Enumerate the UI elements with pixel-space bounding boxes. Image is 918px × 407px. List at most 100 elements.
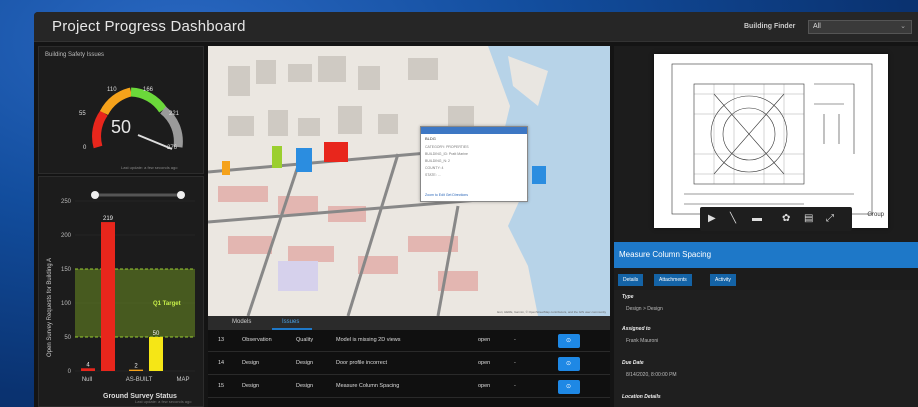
bar-value-label: 4 — [86, 362, 90, 368]
gauge-tick-221: 221 — [169, 111, 180, 117]
cell-category: Quality — [296, 337, 314, 343]
cell-description: Measure Column Spacing — [336, 383, 400, 389]
cell-description: Model is missing 2D views — [336, 337, 401, 343]
cell-type: Design — [242, 383, 260, 389]
due-date-label: Due Date — [622, 360, 644, 366]
bar-0 — [81, 368, 95, 371]
y-tick-label: 0 — [68, 369, 72, 375]
cell-id: 13 — [218, 337, 225, 343]
header-bar: Project Progress Dashboard Building Find… — [34, 12, 918, 42]
cell-type: Observation — [242, 337, 272, 343]
issue-detail-panel: Group ▶ ╲ ▬ ✿ ▤ ⤢ Measure Column Spacing… — [614, 46, 918, 407]
popup-row: BUILDING_ID: Pratt Marine — [425, 152, 468, 156]
bar-1 — [101, 222, 115, 371]
models-issues-tabs: Models Issues — [208, 316, 610, 330]
y-tick-label: 50 — [64, 335, 71, 341]
y-tick-label: 250 — [61, 199, 72, 205]
tab-models[interactable]: Models — [232, 319, 251, 325]
building-blue[interactable] — [296, 148, 312, 172]
popup-row: COUNTY: 4 — [425, 166, 444, 170]
table-row[interactable]: 15 Design Design Measure Column Spacing … — [208, 376, 610, 398]
popup-actions[interactable]: Zoom to Edit Get Directions — [425, 193, 468, 197]
tab-issues[interactable]: Issues — [282, 319, 299, 325]
dashboard-screen: Project Progress Dashboard Building Find… — [34, 12, 918, 407]
q1-target-label: Q1 Target — [153, 301, 181, 307]
slider-handle-right — [177, 191, 185, 199]
issue-title: Measure Column Spacing — [619, 250, 712, 259]
map-attribution: Esri, HERE, Garmin, © OpenStreetMap cont… — [497, 310, 606, 314]
cell-extra: - — [514, 337, 516, 343]
chart-x-axis-label: Ground Survey Status — [103, 393, 177, 400]
map-popup[interactable]: BLDG CATEGORY: PROPERTIES BUILDING_ID: P… — [420, 126, 528, 202]
tab-activity[interactable]: Activity — [710, 274, 736, 286]
camera-icon[interactable]: ▶ — [708, 213, 716, 224]
settings-icon[interactable]: ✿ — [782, 213, 790, 224]
chevron-down-icon: ⌄ — [900, 23, 906, 30]
building-finder-select[interactable]: All ⌄ — [808, 20, 912, 34]
popup-row: CATEGORY: PROPERTIES — [425, 145, 469, 149]
survey-bar-chart: 250200150100500Q1 Target4219250Null AS-BU… — [61, 191, 195, 404]
gauge-tick-110: 110 — [107, 87, 117, 93]
bar-3 — [149, 337, 163, 371]
safety-issues-panel: Building Safety Issues 0 55 110 166 221 … — [38, 46, 204, 174]
assigned-value: Frank Mauroni — [626, 338, 659, 344]
gauge-tick-276: 276 — [167, 145, 178, 151]
building-blue-2[interactable] — [532, 166, 546, 184]
x-tick-label: AS-BUILT — [126, 377, 153, 383]
building-green[interactable] — [272, 146, 282, 168]
tab-details[interactable]: Details — [618, 274, 644, 286]
x-tick-label: Null — [82, 377, 92, 383]
cell-extra: - — [514, 360, 516, 366]
due-date-value: 8/14/2020, 8:00:00 PM — [626, 372, 677, 378]
x-tick-label: MAP — [176, 377, 189, 383]
gauge-green-arc — [130, 87, 167, 113]
y-tick-label: 100 — [61, 301, 72, 307]
layers-icon[interactable]: ▤ — [804, 213, 813, 224]
tab-attachments[interactable]: Attachments — [654, 274, 692, 286]
zoom-to-issue-button[interactable]: ⊙ — [558, 357, 580, 371]
cell-category: Design — [296, 383, 314, 389]
zoom-to-issue-button[interactable]: ⊙ — [558, 334, 580, 348]
cell-category: Design — [296, 360, 314, 366]
cell-extra: - — [514, 383, 516, 389]
floor-plan-drawing[interactable]: Group — [654, 54, 888, 228]
type-value: Design > Design — [626, 306, 663, 312]
fullscreen-icon[interactable]: ⤢ — [826, 213, 834, 224]
slider-handle-left — [91, 191, 99, 199]
drawing-toolbar: ▶ ╲ ▬ ✿ ▤ ⤢ — [700, 207, 852, 231]
comment-icon[interactable]: ▬ — [752, 213, 762, 224]
building-orange[interactable] — [222, 161, 230, 175]
location-label: Location Details — [622, 394, 661, 400]
cell-status: open — [478, 383, 491, 389]
table-row[interactable]: 13 Observation Quality Model is missing … — [208, 330, 610, 352]
map-view[interactable]: BLDG CATEGORY: PROPERTIES BUILDING_ID: P… — [208, 46, 610, 316]
issue-details: Type Design > Design Assigned to Frank M… — [614, 290, 918, 407]
cell-id: 14 — [218, 360, 225, 366]
table-row[interactable]: 14 Design Design Door profile incorrect … — [208, 353, 610, 375]
measure-icon[interactable]: ╲ — [730, 213, 736, 224]
zoom-to-issue-button[interactable]: ⊙ — [558, 380, 580, 394]
popup-title: BLDG — [425, 136, 436, 141]
map-canvas[interactable] — [208, 46, 610, 316]
gauge-tick-0: 0 — [83, 145, 87, 151]
cell-type: Design — [242, 360, 260, 366]
cell-description: Door profile incorrect — [336, 360, 388, 366]
gauge-value: 50 — [111, 117, 132, 137]
building-finder-value: All — [813, 23, 821, 30]
issues-table: 13 Observation Quality Model is missing … — [208, 330, 610, 407]
bar-value-label: 50 — [153, 331, 160, 337]
popup-row: BUILDING_N: 2 — [425, 159, 450, 163]
floor-plan-canvas — [671, 63, 873, 215]
type-label: Type — [622, 294, 634, 300]
y-tick-label: 200 — [61, 233, 72, 239]
gauge-tick-55: 55 — [79, 111, 86, 117]
page-title: Project Progress Dashboard — [52, 18, 246, 35]
title-block-text: Group — [867, 212, 884, 218]
target-icon: ⊙ — [566, 384, 572, 390]
cell-id: 15 — [218, 383, 225, 389]
popup-header — [421, 127, 527, 134]
building-red[interactable] — [324, 142, 348, 162]
bar-2 — [129, 369, 143, 371]
cell-status: open — [478, 337, 491, 343]
gauge-red-arc — [92, 110, 108, 149]
